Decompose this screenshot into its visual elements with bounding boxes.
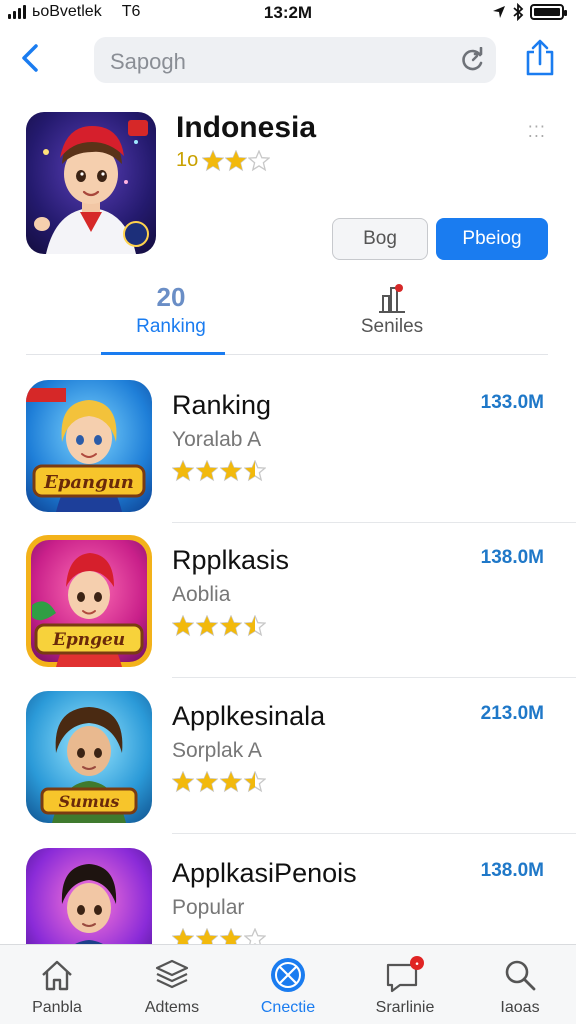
app-subtitle: Yoralab A — [172, 428, 262, 451]
back-chevron-icon[interactable] — [16, 38, 46, 78]
tab-bar-label: Iaoas — [500, 999, 540, 1016]
app-icon-lettering: Epangun — [43, 472, 134, 493]
app-name: Rpplkasis — [172, 545, 290, 575]
secondary-action-button[interactable]: Bog — [332, 218, 428, 260]
star-icon — [196, 615, 218, 637]
tab-ranking-label: Ranking — [136, 316, 206, 337]
tab-bar-label: Adtems — [144, 999, 200, 1016]
reload-icon[interactable] — [460, 47, 486, 73]
app-rating-stars — [172, 615, 266, 637]
bottom-tab-bar: Panbla Adtems Cnectie • Srarlinie Iaoas — [0, 944, 576, 1024]
star-icon — [202, 149, 225, 171]
tab-bar-item-messages[interactable]: • Srarlinie — [350, 955, 460, 1017]
tab-bar-item-apps[interactable]: Adtems — [117, 955, 227, 1017]
app-size: 138.0M — [480, 547, 544, 568]
tab-bar-item-connect[interactable]: Cnectie — [233, 955, 343, 1017]
podium-icon — [292, 282, 492, 314]
svg-text:•: • — [414, 960, 419, 970]
location-arrow-icon — [493, 6, 505, 18]
message-icon: • — [386, 956, 424, 993]
status-right — [492, 3, 567, 21]
star-icon — [172, 460, 194, 482]
app-subtitle: Sorplak A — [172, 739, 262, 762]
app-icon: Epangun — [26, 380, 152, 512]
search-placeholder: Sapogh — [110, 49, 186, 74]
app-size: 138.0M — [480, 860, 544, 881]
row-divider — [172, 522, 576, 523]
featured-app-icon[interactable] — [26, 112, 156, 254]
list-item[interactable]: Epangun Ranking Yoralab A 133.0M — [0, 380, 576, 530]
star-icon — [220, 771, 242, 793]
tab-ranking[interactable]: 20 Ranking — [71, 282, 271, 338]
app-name: Ranking — [172, 390, 272, 420]
app-subtitle: Aoblia — [172, 583, 231, 606]
list-item[interactable]: Sumus Applkesinala Sorplak A 213.0M — [0, 691, 576, 841]
app-subtitle: Popular — [172, 896, 245, 919]
featured-app-rating: 1o — [176, 149, 271, 172]
globe-icon — [271, 958, 305, 992]
tab-seniles-label: Seniles — [360, 316, 424, 337]
more-dots-icon[interactable]: ⁚⁚⁚ — [528, 122, 546, 142]
tab-bar-label: Panbla — [32, 999, 82, 1016]
star-icon — [220, 615, 242, 637]
tab-bar-label: Cnectie — [260, 999, 316, 1016]
app-icon: Epngeu — [26, 535, 152, 667]
star-icon — [220, 460, 242, 482]
search-field[interactable]: Sapogh — [94, 37, 496, 83]
app-name: ApplkasiPenois — [172, 858, 357, 888]
app-icon-lettering: Sumus — [59, 792, 120, 811]
star-icon — [172, 771, 194, 793]
tab-bar-label: Srarlinie — [375, 999, 435, 1016]
status-time: 13:2M — [263, 3, 313, 22]
star-icon — [248, 149, 271, 171]
bluetooth-icon — [513, 3, 524, 21]
row-divider — [172, 677, 576, 678]
star-icon — [196, 771, 218, 793]
rating-stars — [202, 149, 271, 172]
featured-app-title: Indonesia — [176, 111, 317, 144]
battery-icon — [530, 4, 567, 20]
star-icon — [196, 460, 218, 482]
app-name: Applkesinala — [172, 701, 326, 731]
app-rating-stars — [172, 771, 266, 793]
star-icon — [225, 149, 248, 171]
star-icon — [244, 771, 266, 793]
star-icon — [172, 615, 194, 637]
tab-bar-item-home[interactable]: Panbla — [2, 955, 112, 1017]
star-icon — [244, 460, 266, 482]
star-icon — [244, 615, 266, 637]
app-icon-lettering: Epngeu — [52, 630, 125, 650]
stack-icon — [155, 959, 189, 989]
row-divider — [172, 833, 576, 834]
tab-bar-item-search[interactable]: Iaoas — [465, 955, 575, 1017]
share-icon[interactable] — [522, 38, 558, 78]
active-tab-indicator — [101, 352, 225, 355]
app-size: 133.0M — [480, 392, 544, 413]
primary-action-button[interactable]: Pbeiog — [436, 218, 548, 260]
app-icon: Sumus — [26, 691, 152, 823]
tab-seniles[interactable]: Seniles — [292, 282, 492, 338]
rating-label: 1o — [176, 149, 199, 171]
list-item[interactable]: Epngeu Rpplkasis Aoblia 138.0M — [0, 535, 576, 685]
app-size: 213.0M — [480, 703, 544, 724]
status-bar: ьоBvetlek T6 13:2M — [0, 0, 576, 26]
tab-ranking-count: 20 — [156, 282, 186, 312]
app-rating-stars — [172, 460, 266, 482]
search-icon — [505, 960, 536, 991]
home-icon — [42, 960, 72, 991]
